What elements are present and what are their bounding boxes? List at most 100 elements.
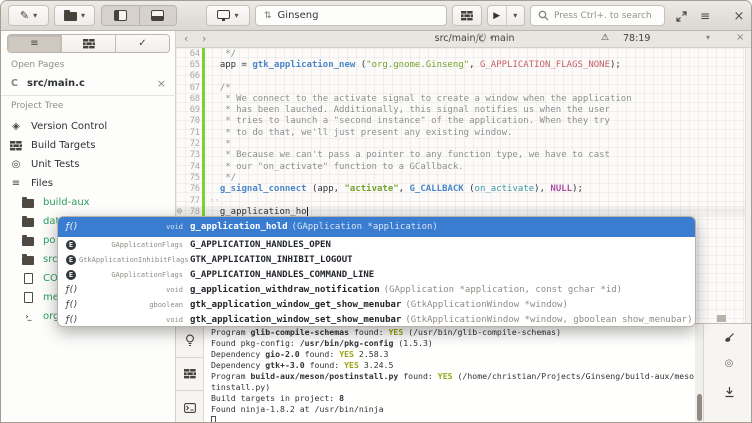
toggle-left-panel-button[interactable] bbox=[102, 6, 139, 25]
completion-item[interactable]: ƒ()voidgtk_application_window_set_show_m… bbox=[58, 312, 695, 327]
record-icon: ◎ bbox=[725, 358, 734, 369]
version-control-icon: ◈ bbox=[9, 121, 23, 132]
completion-item[interactable]: ƒ()voidg_application_withdraw_notificati… bbox=[58, 282, 695, 297]
terminal-cursor bbox=[211, 416, 216, 423]
tab-options-icon[interactable]: ▾ bbox=[706, 33, 710, 42]
menu-button[interactable]: ≡ bbox=[694, 6, 716, 26]
tree-item-label: src bbox=[43, 254, 58, 265]
change-bar bbox=[202, 71, 205, 82]
open-file-button[interactable]: ▾ bbox=[54, 5, 95, 26]
completion-name: g_application_hold bbox=[190, 222, 288, 232]
save-output-button[interactable] bbox=[704, 386, 752, 398]
return-type: GApplicationFlags bbox=[79, 271, 183, 279]
folder-icon bbox=[21, 216, 35, 227]
code-line[interactable]: 71 * to do that, we'll just present any … bbox=[176, 127, 752, 138]
tree-item-label: po bbox=[43, 235, 55, 246]
output-line: Program build-aux/meson/postinstall.py f… bbox=[211, 370, 694, 381]
tree-item[interactable]: ◈Version Control bbox=[1, 117, 176, 136]
close-editor-icon[interactable]: × bbox=[736, 32, 744, 43]
tree-item[interactable]: Build Targets bbox=[1, 136, 176, 155]
project-name: Ginseng bbox=[278, 10, 319, 21]
code-text: * to do that, we'll just present any exi… bbox=[209, 128, 512, 138]
line-number: 71 bbox=[176, 128, 200, 138]
code-line[interactable]: 66 bbox=[176, 71, 752, 82]
record-output-button[interactable]: ◎ bbox=[704, 358, 752, 369]
code-line[interactable]: 74 * our "on_activate" function to a GCa… bbox=[176, 161, 752, 172]
change-bar bbox=[202, 59, 205, 70]
brush-icon bbox=[724, 332, 735, 344]
resize-grip[interactable] bbox=[717, 315, 726, 322]
sidebar-divider bbox=[1, 95, 176, 96]
close-page-icon[interactable]: × bbox=[157, 77, 166, 90]
code-line[interactable]: 65 app = gtk_application_new ("org.gnome… bbox=[176, 59, 752, 70]
code-line[interactable]: 69 * has been lauched. Additionally, thi… bbox=[176, 104, 752, 115]
file-icon bbox=[21, 273, 35, 284]
current-symbol: main bbox=[491, 33, 515, 44]
tab-tests-panel[interactable]: ✓ bbox=[115, 35, 169, 52]
folder-icon bbox=[21, 197, 35, 208]
output-scrollbar[interactable] bbox=[695, 324, 703, 423]
completion-item[interactable]: EGApplicationFlagsG_APPLICATION_HANDLES_… bbox=[58, 267, 695, 282]
run-options-button[interactable]: ▾ bbox=[506, 6, 525, 25]
change-bar bbox=[202, 104, 205, 115]
build-button[interactable] bbox=[452, 5, 482, 26]
fullscreen-button[interactable] bbox=[670, 6, 692, 26]
tab-build-output[interactable] bbox=[176, 358, 203, 392]
device-selector-button[interactable]: ▾ bbox=[206, 5, 250, 26]
enum-icon: E bbox=[63, 270, 79, 280]
scrollbar-thumb[interactable] bbox=[697, 394, 702, 421]
completion-item[interactable]: ƒ()voidg_application_hold(GApplication *… bbox=[58, 217, 695, 237]
code-line[interactable]: 67 /* bbox=[176, 82, 752, 93]
nav-forward-icon[interactable]: › bbox=[202, 32, 206, 45]
return-type: GtkApplicationInhibitFlags bbox=[79, 256, 183, 264]
line-number: 73 bbox=[176, 150, 200, 160]
code-line[interactable]: 76 g_signal_connect (app, "activate", G_… bbox=[176, 184, 752, 195]
completion-item[interactable]: EGApplicationFlagsG_APPLICATION_HANDLES_… bbox=[58, 237, 695, 252]
editor-scrollbar[interactable] bbox=[745, 48, 752, 323]
code-line[interactable]: 72 * bbox=[176, 138, 752, 149]
chevron-down-icon: ▾ bbox=[513, 11, 517, 20]
symbol-breadcrumb[interactable]: ƒ() main bbox=[476, 33, 515, 44]
return-type: void bbox=[79, 316, 183, 324]
tree-item[interactable]: ≡Files bbox=[1, 174, 176, 193]
code-line[interactable]: 70 * tries to launch a "second instance"… bbox=[176, 116, 752, 127]
perspective-menu-button[interactable]: ✎ ▾ bbox=[8, 5, 49, 26]
output-line: Build targets in project: 8 bbox=[211, 393, 694, 404]
completion-params: (GApplication *application, const gchar … bbox=[384, 285, 622, 295]
line-number: 69 bbox=[176, 105, 200, 115]
tab-project-tree[interactable]: ≡ bbox=[8, 35, 61, 52]
completion-params: (GtkApplicationWindow *window) bbox=[405, 300, 568, 310]
change-bar bbox=[202, 161, 205, 172]
open-page-item[interactable]: C src/main.c × bbox=[1, 73, 176, 93]
completion-item[interactable]: ƒ()gbooleangtk_application_window_get_sh… bbox=[58, 297, 695, 312]
code-line[interactable]: 77·· bbox=[176, 195, 752, 206]
code-text: app = gtk_application_new ("org.gnome.Gi… bbox=[209, 60, 621, 70]
build-output-log[interactable]: Program glib-compile-schemas found: YES … bbox=[205, 325, 694, 423]
enum-icon: E bbox=[63, 255, 79, 265]
run-split-button: ▶ ▾ bbox=[487, 5, 525, 26]
tree-item[interactable]: build-aux bbox=[1, 193, 176, 212]
code-line[interactable]: 64 */ bbox=[176, 48, 752, 59]
warning-icon[interactable]: ⚠ bbox=[601, 33, 609, 43]
close-icon: × bbox=[734, 9, 745, 24]
tab-messages[interactable] bbox=[176, 324, 203, 358]
code-line[interactable]: 73 * Because we can't pass a pointer to … bbox=[176, 150, 752, 161]
window-close-button[interactable]: × bbox=[729, 6, 749, 26]
change-bar bbox=[202, 82, 205, 93]
clear-output-button[interactable] bbox=[704, 332, 752, 344]
return-type: GApplicationFlags bbox=[79, 241, 183, 249]
toggle-bottom-panel-button[interactable] bbox=[139, 6, 177, 25]
tree-item[interactable]: ◎Unit Tests bbox=[1, 155, 176, 174]
tab-build-panel[interactable] bbox=[61, 35, 115, 52]
code-line[interactable]: 75 */ bbox=[176, 172, 752, 183]
nav-back-icon[interactable]: ‹ bbox=[184, 32, 188, 45]
completion-item[interactable]: EGtkApplicationInhibitFlagsGTK_APPLICATI… bbox=[58, 252, 695, 267]
tab-terminal[interactable] bbox=[176, 391, 203, 423]
c-language-icon: C bbox=[11, 78, 23, 89]
pencil-icon: ✎ bbox=[20, 9, 29, 22]
line-number: 67 bbox=[176, 83, 200, 93]
run-button[interactable]: ▶ bbox=[488, 6, 506, 25]
code-line[interactable]: 68 * We connect to the activate signal t… bbox=[176, 93, 752, 104]
omnibar-project-button[interactable]: ⇅ Ginseng bbox=[255, 5, 447, 26]
global-search-input[interactable]: Press Ctrl+. to search bbox=[530, 5, 665, 26]
